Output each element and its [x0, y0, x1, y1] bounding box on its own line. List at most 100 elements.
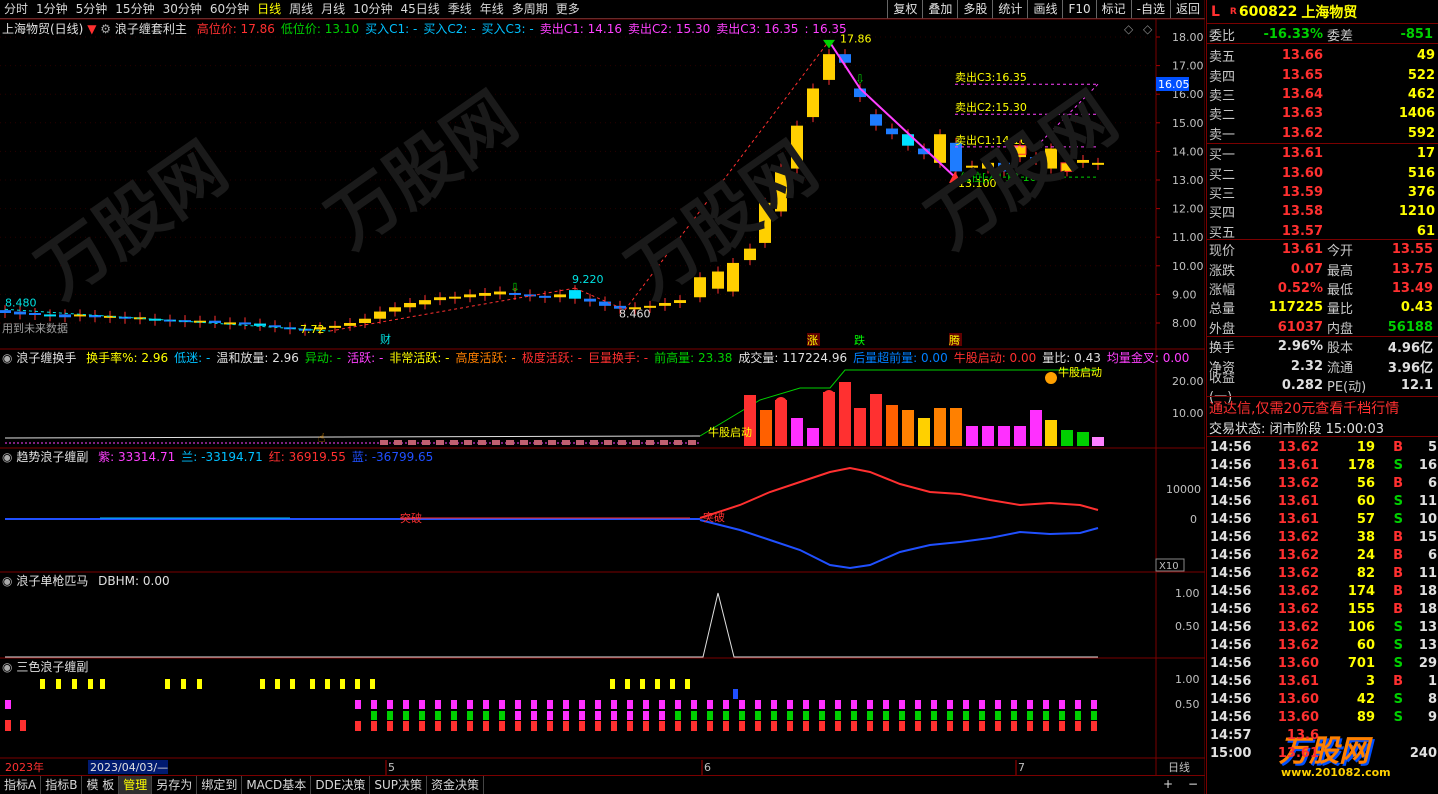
- red-bar: [707, 721, 713, 731]
- red-bar: [867, 721, 873, 731]
- candle: [359, 318, 371, 323]
- month-label: 6: [704, 761, 711, 774]
- mag-bar: [947, 700, 953, 709]
- bottom-tab-9[interactable]: 资金决策: [427, 776, 485, 794]
- red-bar: [659, 721, 665, 731]
- grn-bar: [547, 711, 553, 720]
- red-bar: [467, 721, 473, 731]
- candle: [584, 298, 596, 302]
- candle: [434, 297, 446, 301]
- bottom-tab-8[interactable]: SUP决策: [370, 776, 428, 794]
- yellow-bar: [56, 679, 61, 689]
- bottom-tab-2[interactable]: 模 板: [82, 776, 120, 794]
- red-bar: [1091, 721, 1097, 731]
- webi-row: 委比 -16.33% 委差 -851: [1207, 25, 1438, 45]
- volume-bar-small: [674, 440, 682, 445]
- collapse-circle-icon[interactable]: ◉: [2, 351, 12, 365]
- volume-bar-small: [464, 440, 472, 445]
- die-marker: 跌: [854, 333, 865, 347]
- bottom-tab-4[interactable]: 另存为: [152, 776, 198, 794]
- p2-value-3: 异动: -: [304, 351, 342, 365]
- red-bar: [547, 721, 553, 731]
- yellow-bar: [40, 679, 45, 689]
- grn-bar: [723, 711, 729, 720]
- red-bar: [643, 721, 649, 731]
- volume-bar-small: [688, 440, 696, 445]
- p2-value-10: 成交量: 117224.96: [738, 351, 848, 365]
- p3-value-2: 红: 36919.55: [268, 450, 346, 464]
- bottom-tab-1[interactable]: 指标B: [41, 776, 83, 794]
- hand-icon: ☝: [318, 431, 325, 445]
- panel5-title[interactable]: 三色浪子缠副: [16, 660, 88, 674]
- volume-bar: [1045, 420, 1057, 446]
- candle: [44, 314, 56, 317]
- tu-label: 突破: [400, 511, 422, 525]
- grn-bar: [1011, 711, 1017, 720]
- mag-bar: [707, 700, 713, 709]
- volume-bar: [982, 426, 994, 446]
- collapse-circle-icon[interactable]: ◉: [2, 574, 12, 588]
- red-bar: [835, 721, 841, 731]
- p3-blue-line: [699, 519, 1099, 570]
- panel4-title[interactable]: 浪子单枪匹马: [16, 574, 88, 588]
- mag-bar: [883, 700, 889, 709]
- grn-bar: [979, 711, 985, 720]
- blue-bar: [733, 689, 738, 699]
- p2-value-13: 量比: 0.43: [1042, 351, 1101, 365]
- zhang-marker: 涨: [807, 334, 818, 347]
- tick-row: 14:56 13.61 57 S 10: [1210, 511, 1437, 527]
- red-bar: [899, 721, 905, 731]
- grn-bar: [755, 711, 761, 720]
- red-bar: [963, 721, 969, 731]
- bottom-tab-6[interactable]: MACD基本: [242, 776, 312, 794]
- red-bar: [371, 721, 377, 731]
- tick-row: 14:56 13.62 38 B 15: [1210, 529, 1437, 545]
- ask-row-0: 卖五 13.66 49: [1209, 48, 1435, 66]
- panel2-title[interactable]: 浪子缠换手: [16, 351, 76, 365]
- red-bar: [739, 721, 745, 731]
- mag-bar: [979, 700, 985, 709]
- bottom-tab-3[interactable]: 管理: [119, 776, 153, 794]
- bid-row-0: 买一 13.61 17: [1209, 146, 1435, 164]
- tick-row: 14:56 13.60 42 S 8: [1210, 691, 1437, 707]
- volume-bar: [839, 382, 851, 446]
- panel3-title[interactable]: 趋势浪子缠副: [16, 450, 88, 464]
- panel3-values: 紫: 33314.71 兰: -33194.71 红: 36919.55 蓝: -36…: [92, 450, 433, 464]
- bottom-tab-7[interactable]: DDE决策: [311, 776, 371, 794]
- scale-label: X10: [1159, 561, 1179, 572]
- grn-bar: [627, 711, 633, 720]
- volume-bar-small: [450, 440, 458, 445]
- volume-bar: [791, 418, 803, 446]
- grn-bar: [611, 711, 617, 720]
- stock-code: 600822: [1238, 3, 1298, 20]
- red-bar: [1075, 721, 1081, 731]
- mag-bar: [867, 700, 873, 709]
- yellow-bar: [355, 679, 360, 689]
- mag-bar: [531, 700, 537, 709]
- mag-bar: [467, 700, 473, 709]
- stat2-row-0: 换手 2.96% 股本 4.96亿: [1209, 339, 1433, 357]
- p2-line: [4, 435, 701, 439]
- y-tick-label: 15.00: [1172, 117, 1204, 130]
- tick-row: 15:00 13.61 240: [1210, 745, 1437, 761]
- p3-value-3: 蓝: -36799.65: [351, 450, 434, 464]
- mag-bar: [1075, 700, 1081, 709]
- bottom-tab-5[interactable]: 绑定到: [197, 776, 243, 794]
- stat-row-0: 现价 13.61 今开 13.55: [1209, 242, 1433, 260]
- face-icon: [1045, 372, 1057, 384]
- collapse-circle-icon[interactable]: ◉: [2, 660, 12, 674]
- collapse-circle-icon[interactable]: ◉: [2, 450, 12, 464]
- date-label: 2023/04/03/—: [90, 761, 168, 774]
- volume-bar-small: [562, 440, 570, 445]
- bottom-tab-0[interactable]: 指标A: [0, 776, 42, 794]
- volume-bar: [760, 410, 772, 446]
- red-bar: [435, 721, 441, 731]
- grn-bar: [451, 711, 457, 720]
- y-tick-label: 12.00: [1172, 203, 1204, 216]
- grn-bar: [499, 711, 505, 720]
- bid-row-2: 买三 13.59 376: [1209, 184, 1435, 202]
- ask-row-1: 卖四 13.65 522: [1209, 67, 1435, 85]
- panel5-header: ◉ 三色浪子缠副: [2, 659, 88, 675]
- tick-row: 14:56 13.60 89 S 9: [1210, 709, 1437, 725]
- tick-row: 14:56 13.62 60 S 13: [1210, 637, 1437, 653]
